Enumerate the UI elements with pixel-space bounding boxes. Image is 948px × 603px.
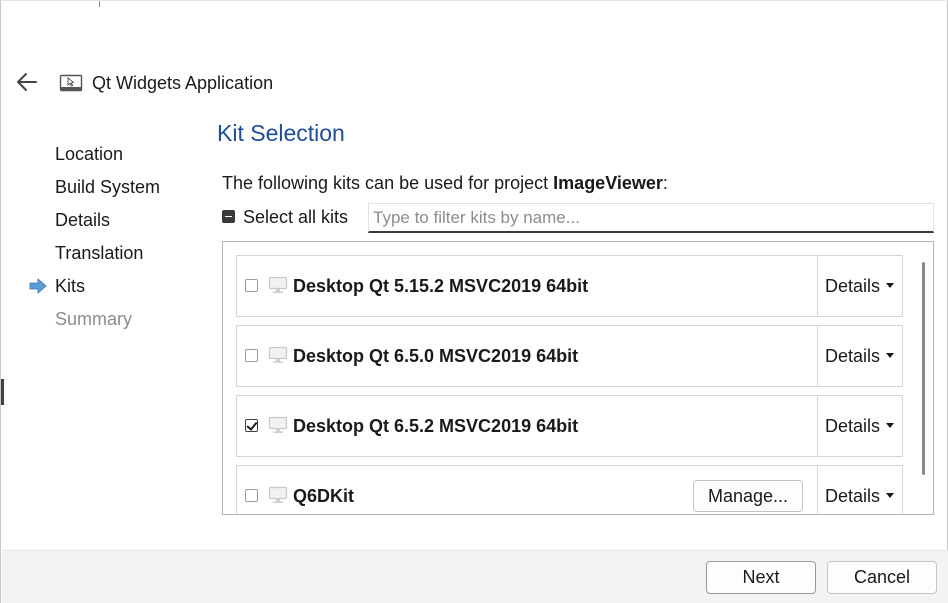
step-location: Location <box>55 144 124 164</box>
kit-checkbox[interactable] <box>245 349 258 362</box>
monitor-icon <box>268 346 288 363</box>
chevron-down-icon <box>886 493 895 498</box>
kit-row: Desktop Qt 6.5.2 MSVC2019 64bit Details <box>236 395 903 457</box>
manage-button[interactable]: Manage... <box>693 480 803 512</box>
kit-divider <box>817 326 818 386</box>
kit-name: Desktop Qt 6.5.0 MSVC2019 64bit <box>293 346 579 366</box>
kits-list: Desktop Qt 5.15.2 MSVC2019 64bit Details… <box>222 241 934 515</box>
select-all-checkbox[interactable] <box>222 210 235 223</box>
details-label: Details <box>825 486 881 506</box>
step-kits: Kits <box>55 276 86 296</box>
step-translation: Translation <box>55 243 144 263</box>
kit-name: Desktop Qt 6.5.2 MSVC2019 64bit <box>293 416 579 436</box>
details-label: Details <box>825 416 881 436</box>
step-summary: Summary <box>55 309 133 329</box>
details-label: Details <box>825 276 881 296</box>
kit-details-button[interactable]: Details <box>825 416 895 437</box>
kits-scrollbar[interactable] <box>922 262 925 475</box>
cancel-button[interactable]: Cancel <box>827 561 937 594</box>
step-build-system: Build System <box>55 177 161 197</box>
step-details: Details <box>55 210 111 230</box>
kit-name: Q6DKit <box>293 486 355 506</box>
kit-row: Q6DKit Manage... Details <box>236 465 903 514</box>
kits-intro-text: The following kits can be used for proje… <box>222 173 668 194</box>
select-all-label[interactable]: Select all kits <box>243 207 348 228</box>
wizard-footer: Next Cancel <box>2 550 948 603</box>
intro-prefix: The following kits can be used for proje… <box>222 173 554 193</box>
kit-divider <box>817 466 818 514</box>
chevron-down-icon <box>886 353 895 358</box>
app-title: Qt Widgets Application <box>92 73 274 93</box>
window-cursor-icon <box>59 74 83 92</box>
kit-details-button[interactable]: Details <box>825 346 895 367</box>
monitor-icon <box>268 276 288 293</box>
current-step-arrow-icon <box>29 278 47 294</box>
chevron-down-icon <box>886 283 895 288</box>
kit-name: Desktop Qt 5.15.2 MSVC2019 64bit <box>293 276 589 296</box>
kit-divider <box>817 256 818 316</box>
intro-suffix: : <box>662 173 668 193</box>
kit-checkbox[interactable] <box>245 279 258 292</box>
kit-checkbox[interactable] <box>245 419 258 432</box>
kit-details-button[interactable]: Details <box>825 276 895 297</box>
arrow-left-icon[interactable] <box>15 71 39 93</box>
page-title: Kit Selection <box>217 120 345 146</box>
window-edge-marker <box>1 379 4 405</box>
next-button[interactable]: Next <box>706 561 816 594</box>
monitor-icon <box>268 416 288 433</box>
kit-row: Desktop Qt 5.15.2 MSVC2019 64bit Details <box>236 255 903 317</box>
kit-row: Desktop Qt 6.5.0 MSVC2019 64bit Details <box>236 325 903 387</box>
kit-checkbox[interactable] <box>245 489 258 502</box>
kit-filter-input[interactable] <box>368 203 934 233</box>
kit-details-button[interactable]: Details <box>825 486 895 507</box>
monitor-icon <box>268 486 288 503</box>
kit-divider <box>817 396 818 456</box>
details-label: Details <box>825 346 881 366</box>
project-name: ImageViewer <box>553 173 663 193</box>
chevron-down-icon <box>886 423 895 428</box>
wizard-window: Qt Widgets Application Location Build Sy… <box>0 0 948 603</box>
window-top-tick <box>99 1 100 7</box>
